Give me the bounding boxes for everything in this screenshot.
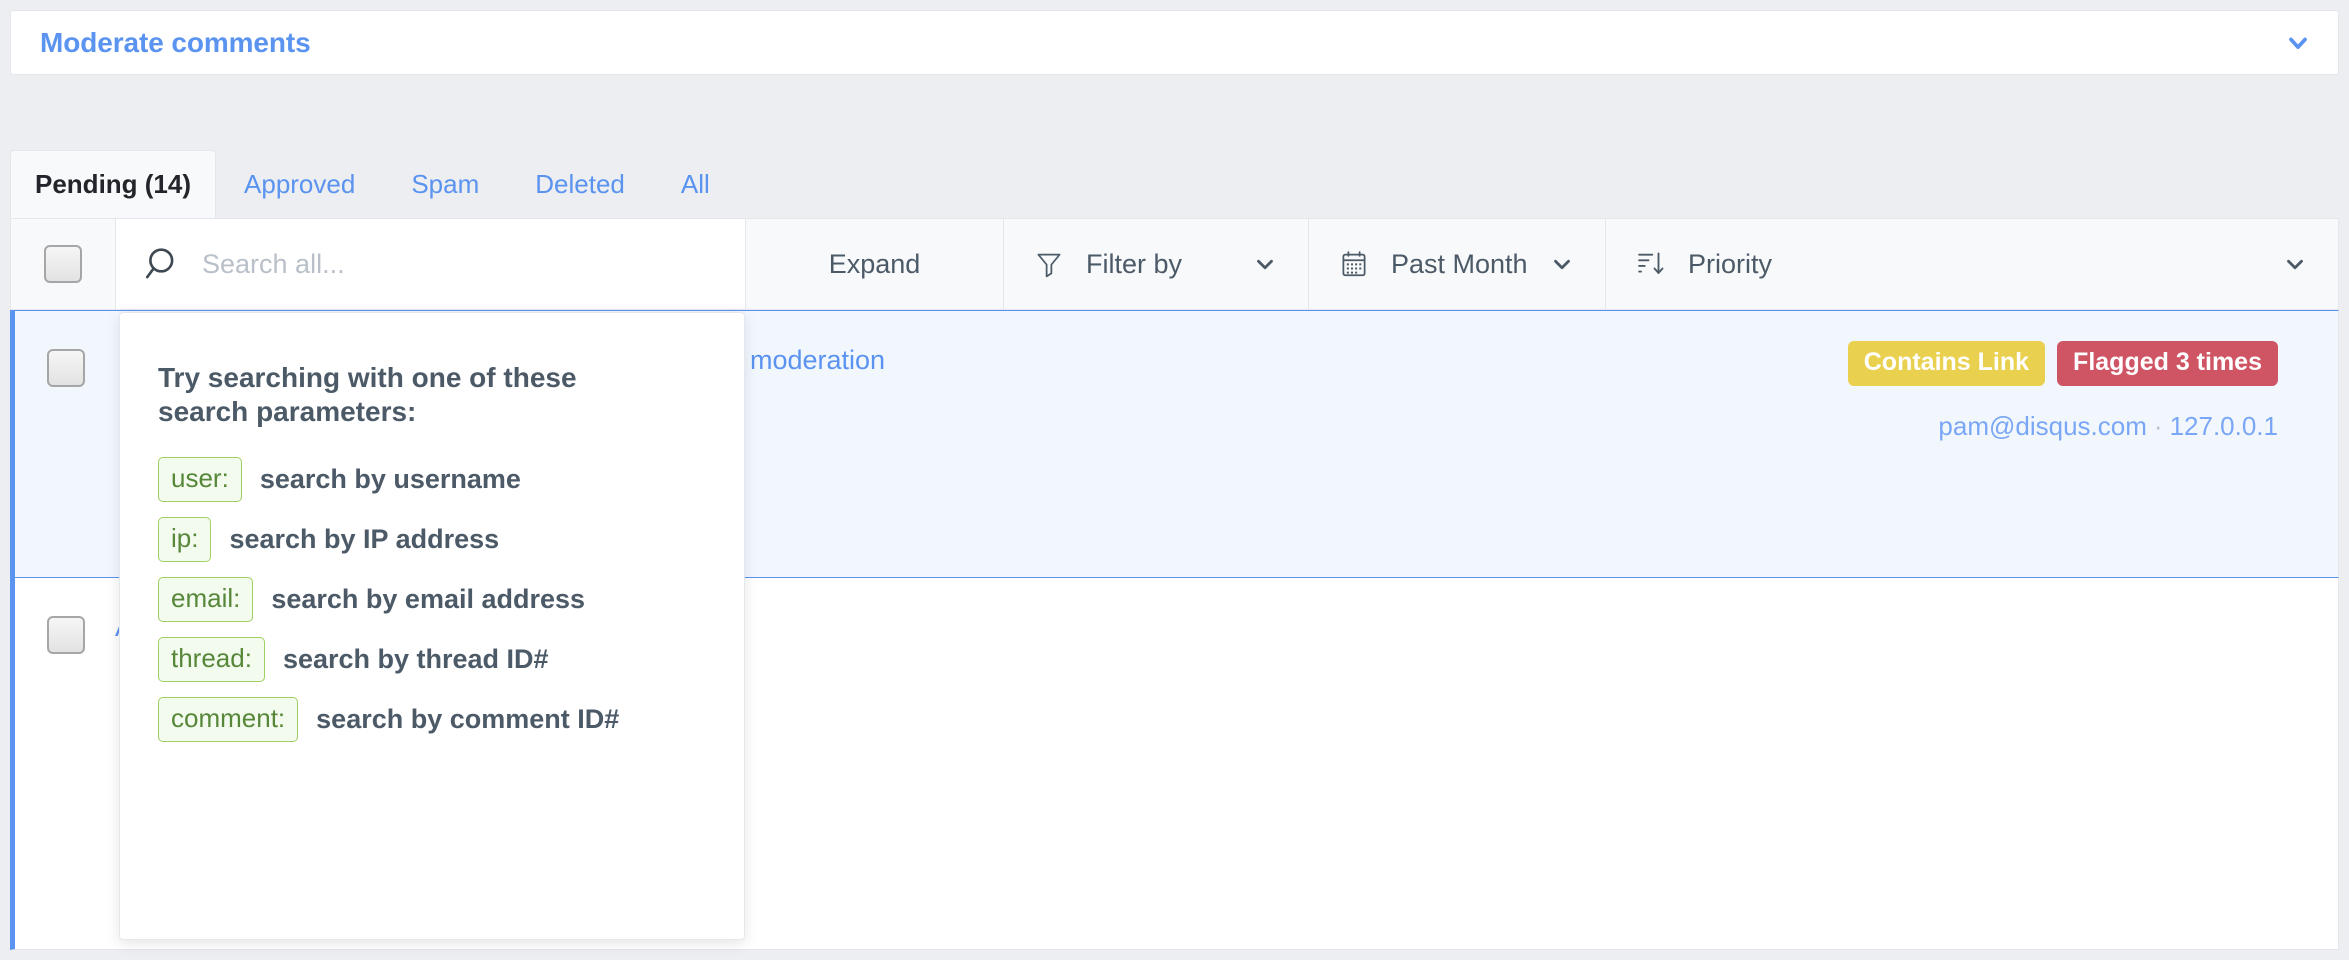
list-item[interactable]: user: search by username (158, 457, 706, 502)
param-tag-comment: comment: (158, 697, 298, 742)
param-tag-ip: ip: (158, 517, 211, 562)
search-suggestions-panel: Try searching with one of these search p… (119, 312, 745, 940)
sort-descending-icon (1636, 247, 1668, 281)
chevron-down-icon (1549, 251, 1575, 277)
moderation-page: Moderate comments Pending (14) Approved … (0, 0, 2349, 960)
chevron-down-icon (2282, 251, 2308, 277)
param-desc-comment: search by comment ID# (316, 704, 619, 735)
tab-spam[interactable]: Spam (383, 150, 507, 218)
page-header: Moderate comments (10, 10, 2339, 75)
select-all-cell (11, 219, 116, 309)
page-title: Moderate comments (40, 27, 311, 59)
list-item[interactable]: ip: search by IP address (158, 517, 706, 562)
param-tag-thread: thread: (158, 637, 265, 682)
tab-deleted[interactable]: Deleted (507, 150, 653, 218)
status-tabs: Pending (14) Approved Spam Deleted All (10, 150, 2339, 218)
list-toolbar: Expand Filter by Past Month Priority (10, 218, 2339, 310)
expand-button[interactable]: Expand (746, 219, 1004, 309)
row-checkbox-cell (47, 349, 85, 387)
meta-separator: · (2147, 411, 2170, 441)
param-desc-user: search by username (260, 464, 521, 495)
select-all-checkbox[interactable] (44, 245, 82, 283)
date-range-label: Past Month (1391, 249, 1529, 280)
search-icon (142, 243, 184, 285)
panel-heading: Try searching with one of these search p… (158, 361, 638, 429)
status-badge-contains-link: Contains Link (1848, 341, 2045, 386)
sort-dropdown[interactable]: Priority (1606, 219, 2338, 309)
status-badge-flagged: Flagged 3 times (2057, 341, 2278, 386)
param-tag-user: user: (158, 457, 242, 502)
list-item[interactable]: thread: search by thread ID# (158, 637, 706, 682)
funnel-icon (1034, 247, 1066, 281)
author-ip[interactable]: 127.0.0.1 (2170, 411, 2278, 441)
calendar-icon (1339, 247, 1371, 281)
param-desc-thread: search by thread ID# (283, 644, 549, 675)
row-checkbox[interactable] (47, 616, 85, 654)
list-item[interactable]: email: search by email address (158, 577, 706, 622)
date-range-dropdown[interactable]: Past Month (1309, 219, 1606, 309)
comment-meta: pam@disqus.com·127.0.0.1 (1938, 411, 2278, 442)
list-item[interactable]: comment: search by comment ID# (158, 697, 706, 742)
tab-all[interactable]: All (653, 150, 738, 218)
param-desc-ip: search by IP address (229, 524, 499, 555)
param-tag-email: email: (158, 577, 253, 622)
tab-approved[interactable]: Approved (216, 150, 383, 218)
tab-pending[interactable]: Pending (14) (10, 150, 216, 218)
filter-by-label: Filter by (1086, 249, 1232, 280)
badge-group: Contains Link Flagged 3 times (1848, 341, 2278, 386)
author-email[interactable]: pam@disqus.com (1938, 411, 2146, 441)
param-desc-email: search by email address (271, 584, 585, 615)
sort-label: Priority (1688, 249, 2262, 280)
search-input[interactable] (202, 249, 745, 280)
filter-by-dropdown[interactable]: Filter by (1004, 219, 1309, 309)
chevron-down-icon[interactable] (2284, 29, 2312, 57)
search-parameter-list: user: search by username ip: search by I… (158, 457, 706, 742)
chevron-down-icon (1252, 251, 1278, 277)
row-checkbox[interactable] (47, 349, 85, 387)
row-checkbox-cell (47, 616, 85, 654)
search-cell (116, 219, 746, 309)
